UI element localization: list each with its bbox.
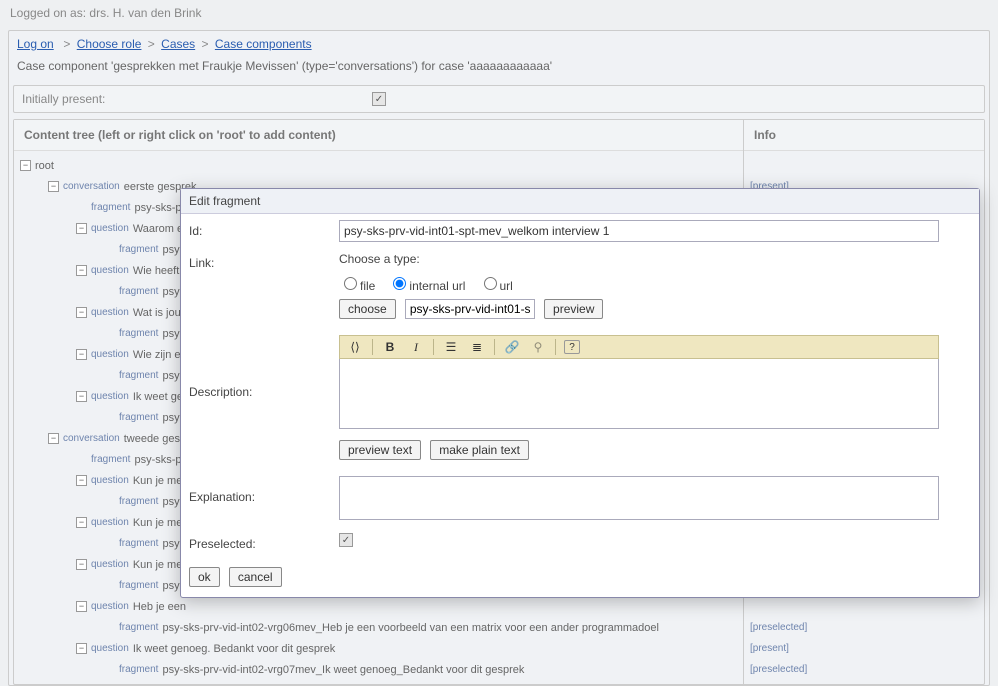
tree-node-kind: question xyxy=(91,265,129,276)
info-row: [preselected] xyxy=(750,659,978,680)
info-row xyxy=(750,596,978,617)
radio-url[interactable] xyxy=(484,277,497,290)
collapse-icon[interactable]: − xyxy=(76,601,87,612)
tree-node-text: root xyxy=(35,160,54,172)
edit-fragment-dialog: Edit fragment Id: Link: Choose a type: f… xyxy=(180,188,980,598)
initially-present-label: Initially present: xyxy=(22,92,372,106)
cancel-button[interactable]: cancel xyxy=(229,567,282,587)
tree-node-kind: fragment xyxy=(119,412,158,423)
choose-a-type-label: Choose a type: xyxy=(339,252,971,266)
collapse-icon[interactable]: − xyxy=(76,349,87,360)
tree-row[interactable]: fragment psy-sks-prv-vid-int02-vrg07mev_I… xyxy=(20,659,737,680)
radio-file[interactable] xyxy=(344,277,357,290)
dialog-title: Edit fragment xyxy=(181,189,979,214)
tree-node-kind: question xyxy=(91,601,129,612)
collapse-icon[interactable]: − xyxy=(76,265,87,276)
collapse-icon[interactable]: − xyxy=(76,391,87,402)
info-row: [present] xyxy=(750,638,978,659)
collapse-icon[interactable]: − xyxy=(20,160,31,171)
tree-node-text: psy-sks-pr xyxy=(134,202,185,214)
id-label: Id: xyxy=(189,220,339,238)
tree-node-kind: fragment xyxy=(119,286,158,297)
collapse-icon[interactable]: − xyxy=(48,181,59,192)
source-icon[interactable]: ⟨⟩ xyxy=(346,338,364,356)
collapse-icon[interactable]: − xyxy=(76,517,87,528)
tree-node-kind: fragment xyxy=(119,580,158,591)
tree-node-text: psy-sks-pr xyxy=(134,454,185,466)
initially-present-row: Initially present: ✓ xyxy=(13,85,985,113)
bold-icon[interactable]: B xyxy=(381,338,399,356)
info-header: Info xyxy=(744,120,984,151)
tree-node-kind: question xyxy=(91,517,129,528)
help-icon[interactable]: ? xyxy=(564,340,580,354)
tree-node-text: psy-sks-prv-vid-int02-vrg06mev_Heb je ee… xyxy=(162,622,658,634)
tree-node-kind: fragment xyxy=(119,622,158,633)
link-icon[interactable]: 🔗 xyxy=(503,338,521,356)
tree-node-kind: question xyxy=(91,223,129,234)
breadcrumb-logon[interactable]: Log on xyxy=(17,37,54,51)
tree-node-kind: fragment xyxy=(119,664,158,675)
ordered-list-icon[interactable]: ☰ xyxy=(442,338,460,356)
explanation-label: Explanation: xyxy=(189,476,339,504)
collapse-icon[interactable]: − xyxy=(76,559,87,570)
id-input[interactable] xyxy=(339,220,939,242)
description-label: Description: xyxy=(189,335,339,399)
initially-present-checkbox[interactable]: ✓ xyxy=(372,92,386,106)
ok-button[interactable]: ok xyxy=(189,567,220,587)
tree-node-kind: fragment xyxy=(119,244,158,255)
breadcrumb: Log on > Choose role > Cases > Case comp… xyxy=(9,31,989,57)
tree-node-kind: fragment xyxy=(119,370,158,381)
tree-node-text: Ik weet genoeg. Bedankt voor dit gesprek xyxy=(133,643,335,655)
radio-internal-url[interactable] xyxy=(393,277,406,290)
preview-button[interactable]: preview xyxy=(544,299,603,319)
tree-node-text: tweede ges xyxy=(124,433,180,445)
info-row xyxy=(750,155,978,176)
unlink-icon[interactable]: ⚲ xyxy=(529,338,547,356)
tree-node-kind: question xyxy=(91,349,129,360)
unordered-list-icon[interactable]: ≣ xyxy=(468,338,486,356)
page-subtitle: Case component 'gesprekken met Fraukje M… xyxy=(9,57,989,81)
collapse-icon[interactable]: − xyxy=(76,223,87,234)
tree-node-kind: question xyxy=(91,391,129,402)
link-input[interactable] xyxy=(405,299,535,319)
preselected-checkbox[interactable]: ✓ xyxy=(339,533,353,547)
tree-node-text: psy-sks-prv-vid-int02-vrg07mev_Ik weet g… xyxy=(162,664,524,676)
choose-button[interactable]: choose xyxy=(339,299,396,319)
tree-node-kind: question xyxy=(91,643,129,654)
description-editor[interactable] xyxy=(339,359,939,429)
italic-icon[interactable]: I xyxy=(407,338,425,356)
collapse-icon[interactable]: − xyxy=(76,475,87,486)
tree-row[interactable]: fragment psy-sks-prv-vid-int02-vrg06mev_H… xyxy=(20,617,737,638)
explanation-textarea[interactable] xyxy=(339,476,939,520)
link-label: Link: xyxy=(189,252,339,270)
tree-node-kind: fragment xyxy=(119,496,158,507)
tree-node-kind: question xyxy=(91,559,129,570)
breadcrumb-case-components[interactable]: Case components xyxy=(215,37,312,51)
collapse-icon[interactable]: − xyxy=(76,643,87,654)
make-plain-text-button[interactable]: make plain text xyxy=(430,440,529,460)
tree-row[interactable]: −question Ik weet genoeg. Bedankt voor di… xyxy=(20,638,737,659)
tree-node-kind: conversation xyxy=(63,433,120,444)
tree-row[interactable]: −root xyxy=(20,155,737,176)
tree-node-kind: conversation xyxy=(63,181,120,192)
breadcrumb-cases[interactable]: Cases xyxy=(161,37,195,51)
tree-node-kind: fragment xyxy=(91,454,130,465)
tree-node-text: Heb je een xyxy=(133,601,186,613)
collapse-icon[interactable]: − xyxy=(76,307,87,318)
tree-node-kind: fragment xyxy=(119,538,158,549)
editor-toolbar: ⟨⟩ B I ☰ ≣ 🔗 ⚲ ? xyxy=(339,335,939,359)
tree-header: Content tree (left or right click on 'ro… xyxy=(14,120,743,151)
info-row: [preselected] xyxy=(750,617,978,638)
tree-row[interactable]: −question Heb je een xyxy=(20,596,737,617)
tree-node-kind: question xyxy=(91,475,129,486)
logged-on-text: Logged on as: drs. H. van den Brink xyxy=(0,0,998,26)
tree-node-kind: fragment xyxy=(119,328,158,339)
breadcrumb-choose-role[interactable]: Choose role xyxy=(77,37,142,51)
tree-node-kind: fragment xyxy=(91,202,130,213)
collapse-icon[interactable]: − xyxy=(48,433,59,444)
tree-node-kind: question xyxy=(91,307,129,318)
preview-text-button[interactable]: preview text xyxy=(339,440,421,460)
preselected-label: Preselected: xyxy=(189,533,339,551)
